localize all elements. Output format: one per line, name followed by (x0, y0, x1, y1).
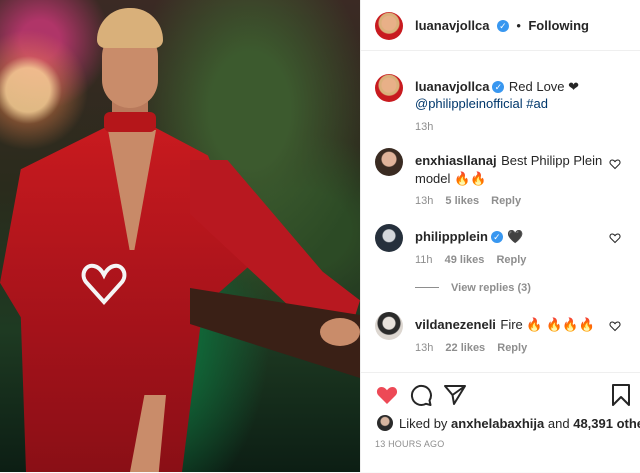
verified-icon: ✓ (492, 80, 505, 93)
comment: enxhiasllanaj Best Philipp Plein model 🔥… (415, 152, 615, 188)
reply-button[interactable]: Reply (491, 195, 521, 207)
caption-avatar[interactable] (375, 74, 403, 102)
liked-by-prefix: Liked by (399, 416, 448, 431)
heart-outline-icon[interactable] (609, 232, 621, 244)
heart-outline-icon[interactable] (609, 320, 621, 332)
caption-time: 13h (415, 121, 434, 133)
caption: luanavjollca ✓ Red Love ❤ @philippleinoff… (415, 78, 625, 112)
comment-text: Fire 🔥 🔥🔥🔥 (500, 317, 595, 332)
separator-dot: • (516, 18, 521, 33)
others-count[interactable]: 48,391 others (573, 416, 640, 431)
heart-filled-icon[interactable] (375, 383, 399, 407)
paper-plane-icon[interactable] (443, 383, 467, 407)
view-replies-line (415, 287, 439, 288)
verified-icon: ✓ (490, 230, 503, 243)
photo-heart-buckle (81, 263, 127, 305)
comment-avatar[interactable] (375, 312, 403, 340)
comment-bubble-icon[interactable] (409, 383, 433, 407)
comment-text: 🖤 (507, 229, 524, 244)
comment-meta: 13h 22 likes Reply (415, 342, 527, 354)
post-actions: Liked by anxhelabaxhija and 48,391 other… (361, 372, 640, 473)
comment: vildanezeneli Fire 🔥 🔥🔥🔥 (415, 316, 615, 334)
photo-choker-shape (104, 112, 156, 132)
comment-username[interactable]: enxhiasllanaj (415, 153, 497, 168)
comment-likes[interactable]: 5 likes (445, 195, 479, 207)
post-timestamp: 13 HOURS AGO (375, 439, 445, 449)
instagram-post-view: luanavjollca ✓ • Following luanavjollca ✓… (0, 0, 640, 472)
post-side-panel: luanavjollca ✓ • Following luanavjollca ✓… (360, 0, 640, 472)
liked-by-and: and (547, 416, 570, 431)
comment-username[interactable]: philippplein (415, 229, 488, 244)
following-button[interactable]: Following (528, 18, 589, 33)
caption-text: Red Love ❤ (508, 79, 580, 94)
author-avatar[interactable] (375, 12, 403, 40)
comment-avatar[interactable] (375, 224, 403, 252)
comment-time: 13h (415, 342, 434, 354)
comment-likes[interactable]: 49 likes (445, 254, 485, 266)
header-row: luanavjollca ✓ • Following (415, 17, 589, 35)
heart-outline-icon[interactable] (609, 158, 621, 170)
verified-icon: ✓ (496, 19, 509, 32)
caption-username[interactable]: luanavjollca (415, 79, 489, 94)
comment-time: 13h (415, 195, 434, 207)
reply-button[interactable]: Reply (496, 254, 526, 266)
comment-meta: 11h 49 likes Reply (415, 254, 526, 266)
liker-avatar[interactable] (377, 415, 393, 431)
author-username[interactable]: luanavjollca (415, 18, 489, 33)
reply-button[interactable]: Reply (497, 342, 527, 354)
bookmark-icon[interactable] (611, 383, 631, 407)
liker-username[interactable]: anxhelabaxhija (451, 416, 544, 431)
comment-time: 11h (415, 254, 433, 266)
comment-avatar[interactable] (375, 148, 403, 176)
view-replies-button[interactable]: View replies (3) (451, 282, 531, 294)
likes-line: Liked by anxhelabaxhija and 48,391 other… (399, 416, 640, 431)
photo-hand-shape (320, 318, 360, 346)
comment-likes[interactable]: 22 likes (445, 342, 485, 354)
post-photo[interactable] (0, 0, 360, 472)
comment-username[interactable]: vildanezeneli (415, 317, 496, 332)
post-header: luanavjollca ✓ • Following (361, 0, 640, 51)
comment-meta: 13h 5 likes Reply (415, 195, 521, 207)
caption-tags-link[interactable]: @philippleinofficial #ad (415, 96, 548, 111)
comment: philippplein ✓ 🖤 (415, 228, 615, 246)
photo-hair-shape (97, 8, 163, 48)
